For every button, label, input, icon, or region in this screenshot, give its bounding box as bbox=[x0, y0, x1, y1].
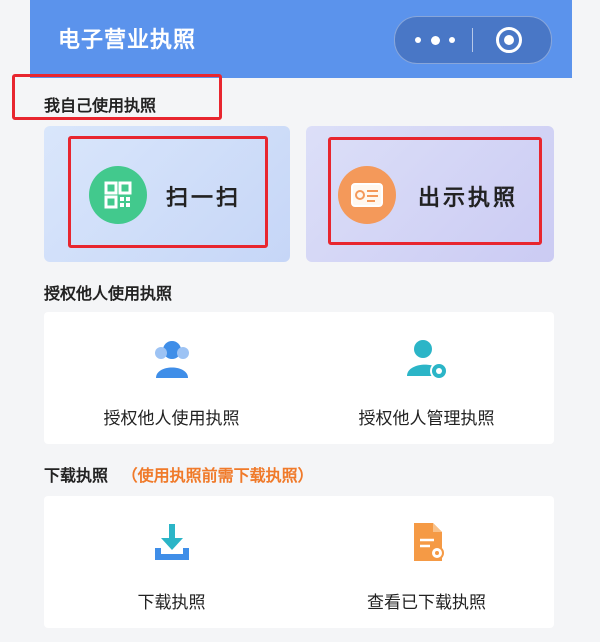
document-view-icon bbox=[406, 520, 450, 564]
authorize-use-label: 授权他人使用执照 bbox=[103, 409, 240, 429]
authorize-use-item[interactable]: 授权他人使用执照 bbox=[44, 312, 299, 444]
view-downloaded-item[interactable]: 查看已下载执照 bbox=[299, 496, 554, 628]
download-note: （使用执照前需下载执照） bbox=[121, 466, 314, 485]
download-icon bbox=[151, 522, 193, 564]
user-settings-icon bbox=[404, 336, 450, 382]
section-authorize-label: 授权他人使用执照 bbox=[44, 284, 173, 303]
download-section-title: 下载执照 bbox=[44, 466, 109, 485]
highlight-box-section bbox=[12, 74, 222, 120]
download-license-item[interactable]: 下载执照 bbox=[44, 496, 299, 628]
authorize-panel: 授权他人使用执照 授权他人管理执照 bbox=[44, 312, 554, 444]
more-icon[interactable] bbox=[415, 35, 455, 45]
view-downloaded-label: 查看已下载执照 bbox=[367, 593, 486, 613]
page-title: 电子营业执照 bbox=[58, 28, 197, 53]
close-icon[interactable] bbox=[496, 27, 522, 53]
menu-capsule bbox=[394, 16, 552, 64]
download-panel: 下载执照 查看已下载执照 bbox=[44, 496, 554, 628]
download-license-label: 下载执照 bbox=[137, 593, 206, 613]
highlight-box-show bbox=[328, 137, 542, 245]
highlight-box-scan bbox=[68, 136, 268, 248]
authorize-manage-label: 授权他人管理执照 bbox=[358, 409, 495, 429]
section-download-label: 下载执照 （使用执照前需下载执照） bbox=[44, 462, 314, 486]
capsule-divider bbox=[472, 28, 473, 52]
app-header: 电子营业执照 bbox=[30, 0, 572, 78]
authorize-manage-item[interactable]: 授权他人管理执照 bbox=[299, 312, 554, 444]
users-icon bbox=[149, 336, 195, 382]
